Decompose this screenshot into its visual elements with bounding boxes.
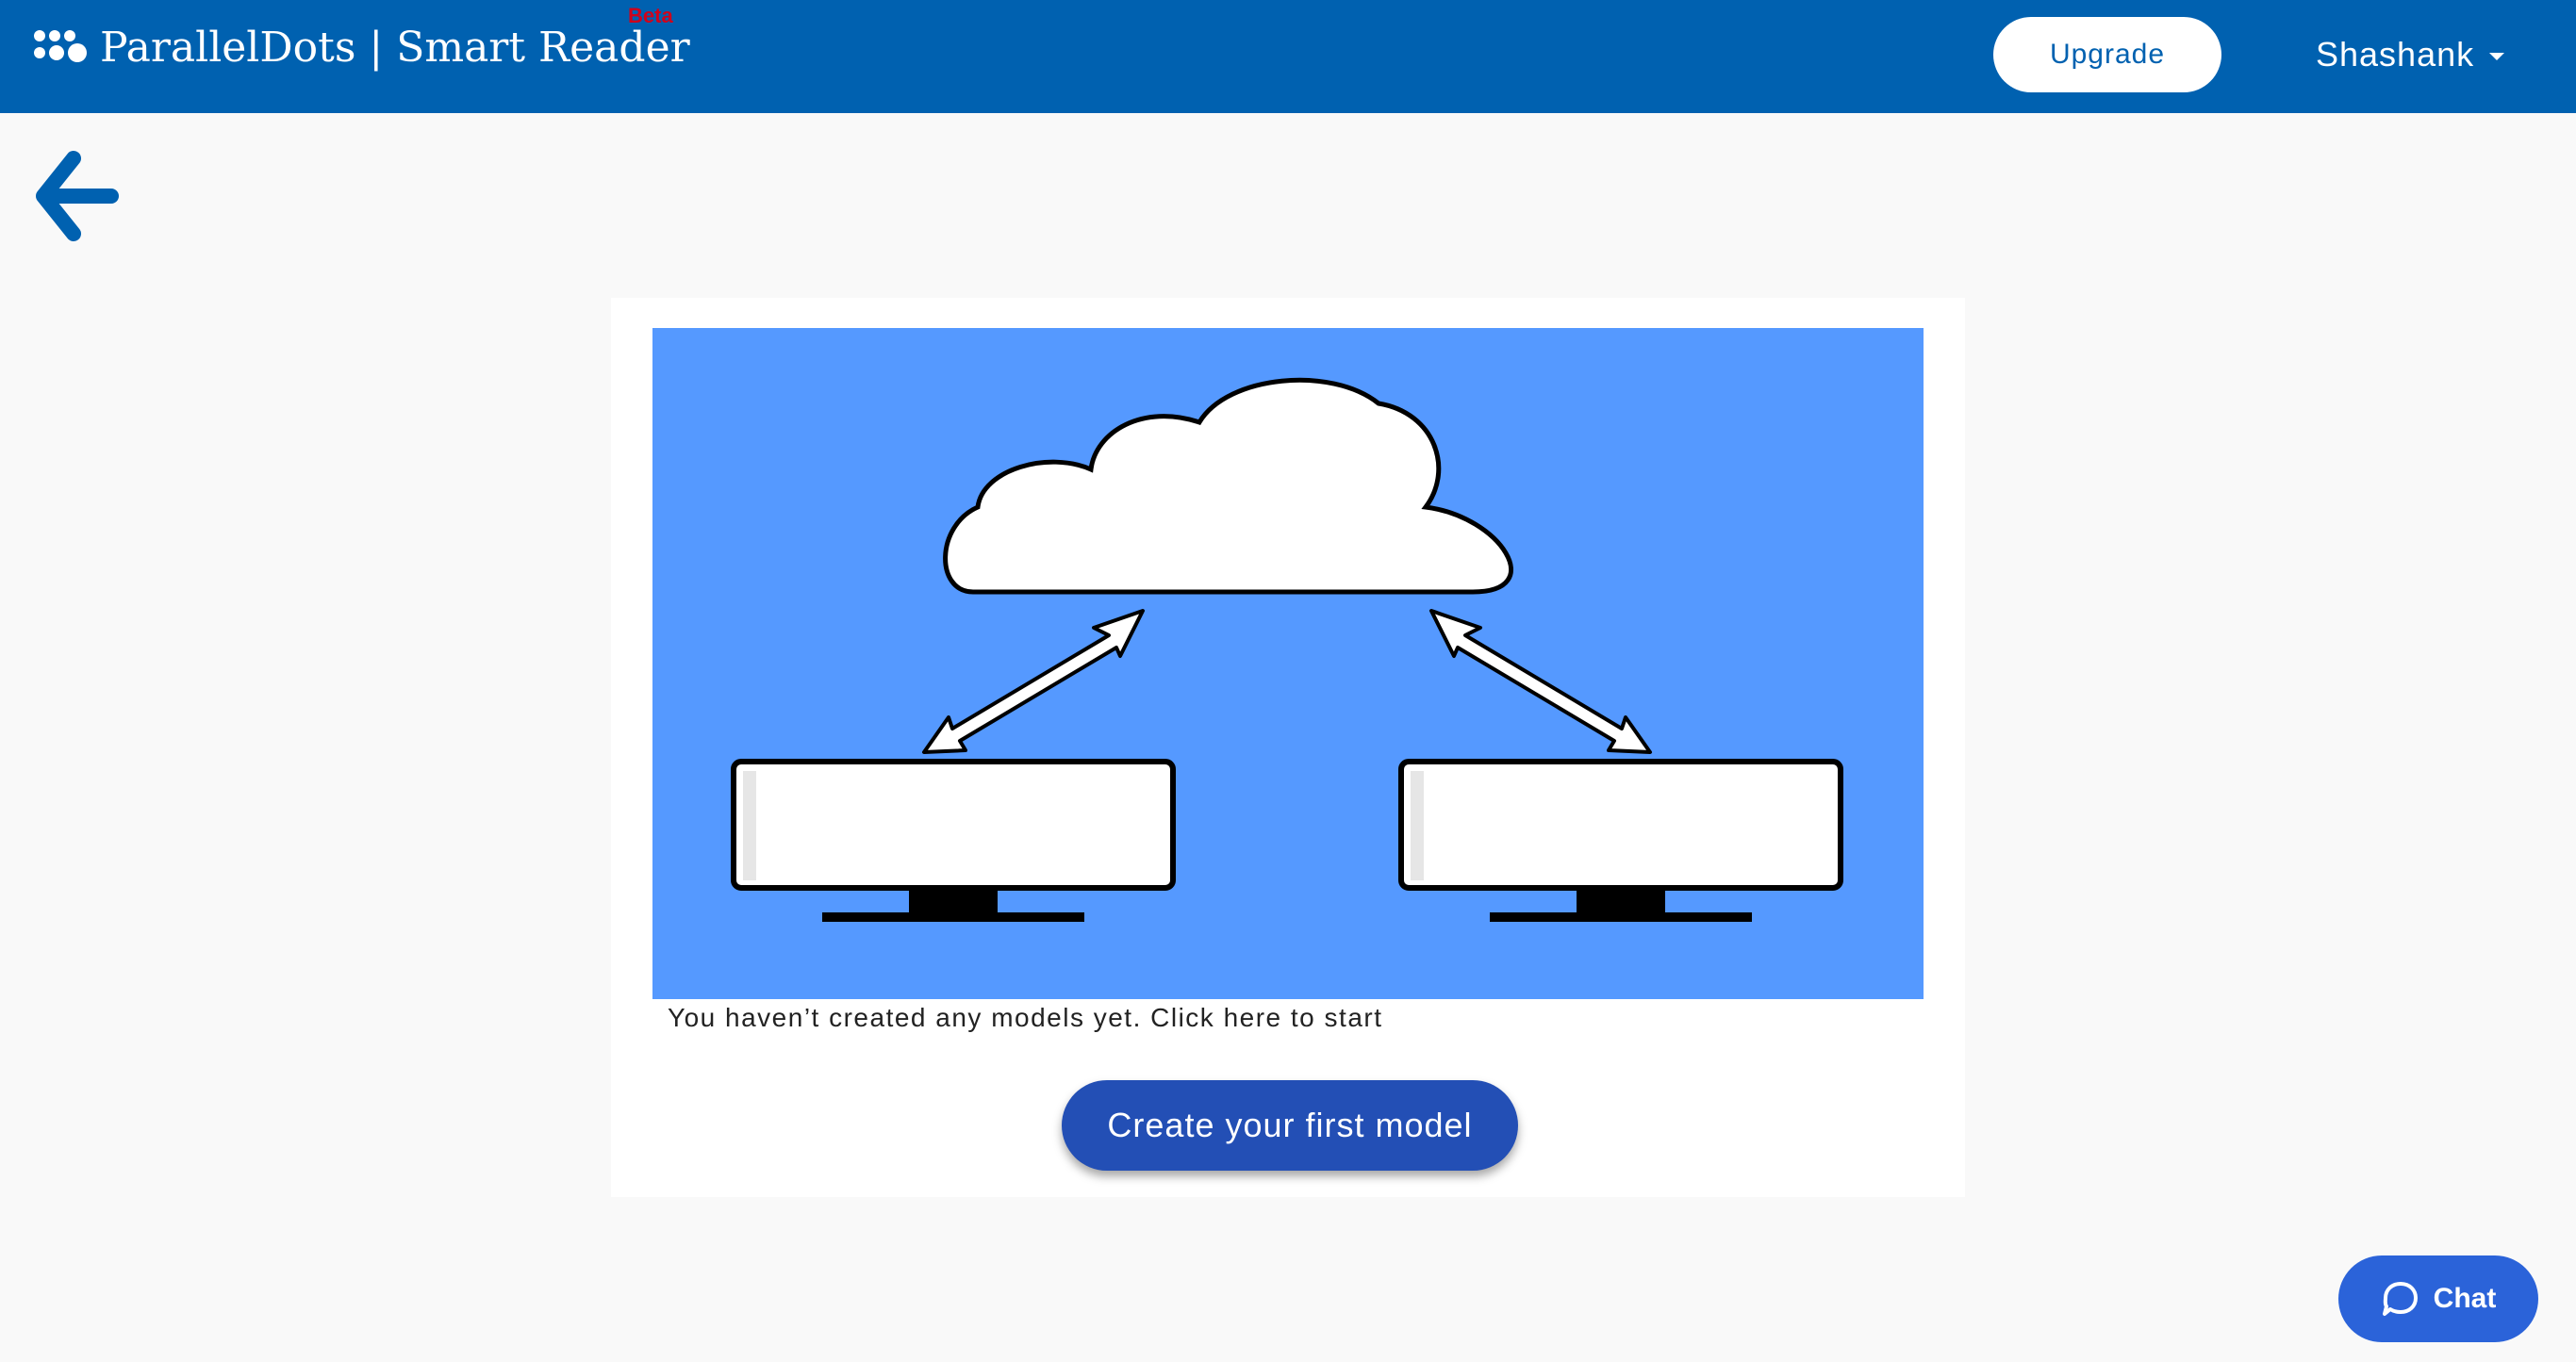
paralleldots-logo-icon [32, 26, 92, 68]
brand-name: ParallelDots | Smart Reader [100, 23, 690, 72]
empty-state-message: You haven’t created any models yet. Clic… [668, 1003, 1383, 1032]
top-navbar: ParallelDots | Smart Reader Beta Upgrade… [0, 0, 2576, 113]
empty-state-card: You haven’t created any models yet. Clic… [611, 298, 1965, 1197]
chat-label: Chat [2433, 1283, 2497, 1314]
cloud-sync-icon [731, 377, 1843, 922]
upgrade-button[interactable]: Upgrade [1993, 17, 2221, 92]
caret-down-icon [2489, 53, 2505, 60]
create-first-model-button[interactable]: Create your first model [1062, 1080, 1518, 1171]
arrow-left-icon [36, 151, 119, 241]
user-menu-dropdown[interactable]: Shashank [2316, 25, 2505, 85]
cloud-sync-illustration [652, 328, 1924, 999]
chat-bubble-icon [2382, 1282, 2418, 1316]
back-arrow-button[interactable] [36, 151, 121, 241]
beta-badge: Beta [628, 4, 673, 27]
chat-button[interactable]: Chat [2338, 1255, 2538, 1342]
user-name: Shashank [2316, 35, 2475, 74]
brand[interactable]: ParallelDots | Smart Reader [32, 21, 690, 74]
